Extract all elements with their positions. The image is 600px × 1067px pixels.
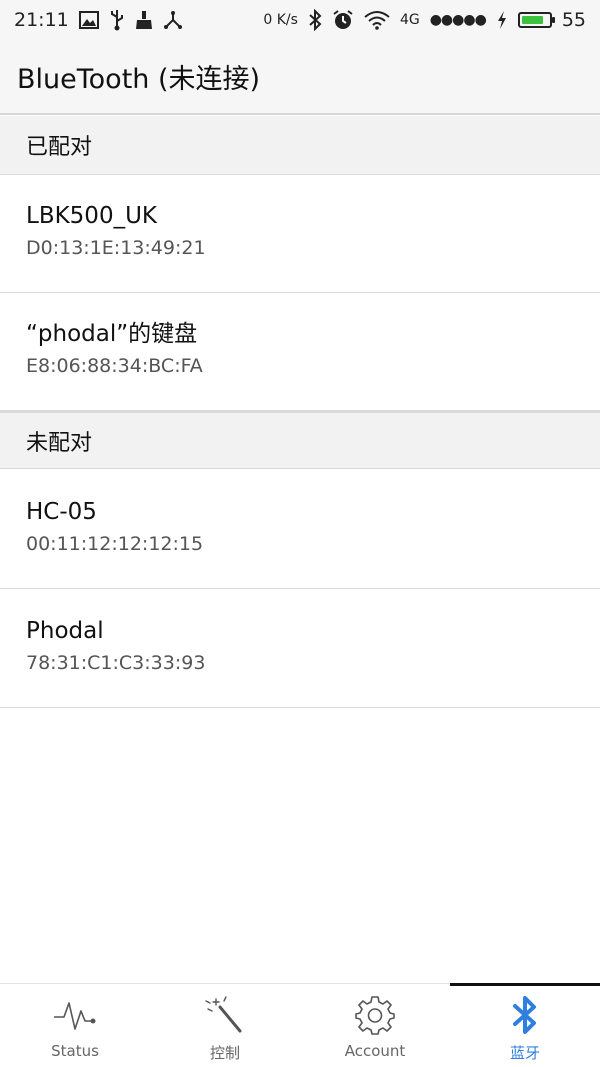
device-name: HC-05 bbox=[26, 499, 97, 525]
bluetooth-icon bbox=[502, 992, 548, 1038]
app-bar: BlueTooth (未连接) bbox=[0, 40, 600, 115]
bluetooth-status-icon bbox=[308, 9, 322, 31]
unpaired-section-label: 未配对 bbox=[26, 430, 93, 456]
pulse-icon bbox=[52, 992, 98, 1038]
tab-bluetooth-label: 蓝牙 bbox=[509, 1044, 540, 1062]
tab-account-label: Account bbox=[344, 1042, 406, 1060]
device-item-phodal-keyboard[interactable]: “phodal”的键盘 E8:06:88:34:BC:FA bbox=[0, 293, 600, 411]
network-type: 4G bbox=[399, 12, 420, 28]
bottom-nav: Status 控制 Account 蓝牙 bbox=[0, 983, 600, 1067]
status-right: 0 K/s 4G ●●●●● 55 bbox=[263, 9, 586, 31]
paired-section-label: 已配对 bbox=[26, 135, 93, 160]
unpaired-section-header: 未配对 bbox=[0, 410, 600, 469]
device-name: “phodal”的键盘 bbox=[26, 321, 198, 347]
device-item-hc05[interactable]: HC-05 00:11:12:12:12:15 bbox=[0, 471, 600, 589]
device-name: LBK500_UK bbox=[26, 203, 157, 229]
clock: 21:11 bbox=[14, 9, 69, 31]
alarm-icon bbox=[332, 9, 354, 31]
gear-icon bbox=[352, 992, 398, 1038]
status-bar: 21:11 0 K/s 4G ●●●●● 55 bbox=[0, 0, 600, 40]
screen: 21:11 0 K/s 4G ●●●●● 55 BlueTooth (未连接) … bbox=[0, 0, 600, 1067]
device-item-phodal[interactable]: Phodal 78:31:C1:C3:33:93 bbox=[0, 590, 600, 708]
device-item-lbk500[interactable]: LBK500_UK D0:13:1E:13:49:21 bbox=[0, 175, 600, 293]
image-icon bbox=[78, 11, 99, 29]
device-name: Phodal bbox=[26, 618, 104, 644]
charging-icon bbox=[496, 10, 508, 30]
tab-status[interactable]: Status bbox=[0, 984, 150, 1067]
device-address: 78:31:C1:C3:33:93 bbox=[26, 652, 206, 674]
signal-dots: ●●●●● bbox=[429, 12, 487, 28]
paired-section-header: 已配对 bbox=[0, 116, 600, 175]
tab-control[interactable]: 控制 bbox=[150, 984, 300, 1067]
broom-icon bbox=[135, 10, 153, 30]
tab-control-label: 控制 bbox=[209, 1044, 240, 1062]
tab-bluetooth[interactable]: 蓝牙 bbox=[450, 983, 600, 1067]
usb-icon bbox=[109, 9, 125, 31]
net-speed: 0 K/s bbox=[263, 12, 298, 28]
page-title: BlueTooth (未连接) bbox=[17, 64, 261, 95]
device-address: 00:11:12:12:12:15 bbox=[26, 533, 204, 555]
device-address: D0:13:1E:13:49:21 bbox=[26, 237, 206, 259]
wifi-icon bbox=[364, 10, 390, 30]
battery-level: 55 bbox=[561, 9, 586, 31]
battery-icon bbox=[517, 12, 555, 28]
share-icon bbox=[163, 10, 183, 30]
tab-status-label: Status bbox=[51, 1042, 99, 1060]
status-left: 21:11 bbox=[14, 9, 193, 31]
device-address: E8:06:88:34:BC:FA bbox=[26, 355, 203, 377]
magic-wand-icon bbox=[202, 992, 248, 1038]
tab-account[interactable]: Account bbox=[300, 984, 450, 1067]
battery-fill bbox=[521, 16, 543, 24]
